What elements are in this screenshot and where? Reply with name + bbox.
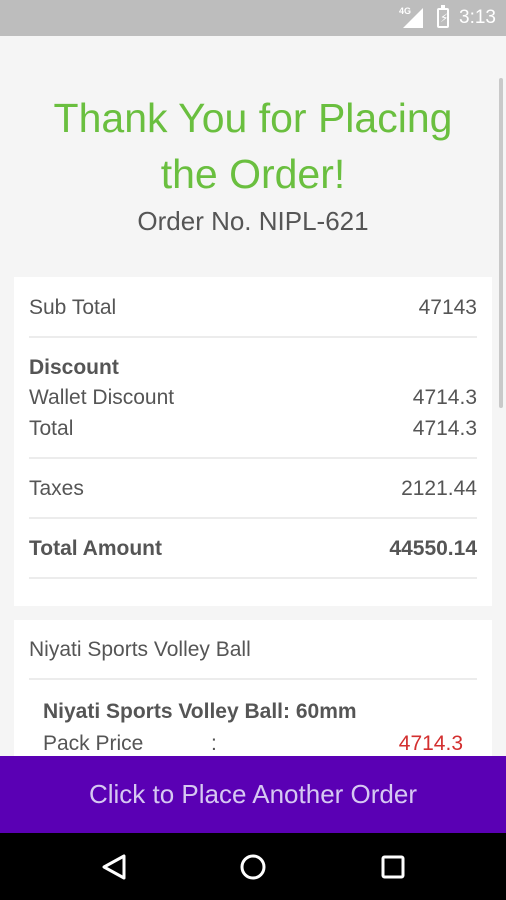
wallet-discount-value: 4714.3 <box>412 386 477 409</box>
network-type: 4G <box>399 6 412 16</box>
total-amount-row: Total Amount 44550.14 <box>29 537 477 561</box>
divider <box>29 577 477 579</box>
wallet-discount-row: Wallet Discount 4714.3 <box>29 386 477 410</box>
order-number: Order No. NIPL-621 <box>137 206 369 236</box>
discount-total-label: Total <box>29 417 74 440</box>
divider <box>29 517 477 519</box>
product-card: Niyati Sports Volley Ball Niyati Sports … <box>14 620 492 756</box>
back-button[interactable] <box>96 849 132 885</box>
recents-button[interactable] <box>375 849 411 885</box>
status-time: 3:13 <box>459 7 496 28</box>
discount-heading-row: Discount <box>29 356 477 380</box>
total-amount-value: 44550.14 <box>389 537 477 560</box>
discount-total-value: 4714.3 <box>412 417 477 440</box>
place-another-order-button[interactable]: Click to Place Another Order <box>0 756 506 833</box>
discount-heading: Discount <box>29 356 119 379</box>
sub-total-label: Sub Total <box>29 296 117 319</box>
taxes-value: 2121.44 <box>401 477 477 500</box>
sub-total-value: 47143 <box>418 296 477 319</box>
product-name: Niyati Sports Volley Ball <box>29 638 251 661</box>
divider <box>29 457 477 459</box>
thank-you-line-2: the Order! <box>160 151 346 197</box>
wallet-discount-label: Wallet Discount <box>29 386 175 409</box>
back-icon <box>102 854 126 880</box>
sub-total-row: Sub Total 47143 <box>29 296 477 320</box>
home-icon <box>240 854 266 880</box>
status-bar: 4G ⚡ 3:13 <box>0 0 506 36</box>
order-summary-card: Sub Total 47143 Discount Wallet Discount… <box>14 277 492 606</box>
pack-price-value: 4714.3 <box>398 732 463 755</box>
divider <box>29 336 477 338</box>
navigation-bar <box>0 833 506 900</box>
battery-icon: ⚡ <box>437 5 450 28</box>
taxes-row: Taxes 2121.44 <box>29 477 477 501</box>
order-confirmation-content[interactable]: Thank You for Placing the Order! Order N… <box>0 36 506 756</box>
discount-total-row: Total 4714.3 <box>29 417 477 441</box>
pack-price-label: Pack Price <box>43 732 144 755</box>
pack-price-separator: : <box>211 732 217 755</box>
thank-you-heading: Thank You for Placing the Order! <box>0 90 506 202</box>
taxes-label: Taxes <box>29 477 84 500</box>
divider <box>29 678 477 680</box>
thank-you-line-1: Thank You for Placing <box>53 95 453 141</box>
product-variant: Niyati Sports Volley Ball: 60mm <box>43 700 357 723</box>
total-amount-label: Total Amount <box>29 537 162 560</box>
recents-icon <box>381 855 405 879</box>
signal-icon: 4G <box>399 6 424 28</box>
home-button[interactable] <box>235 849 271 885</box>
